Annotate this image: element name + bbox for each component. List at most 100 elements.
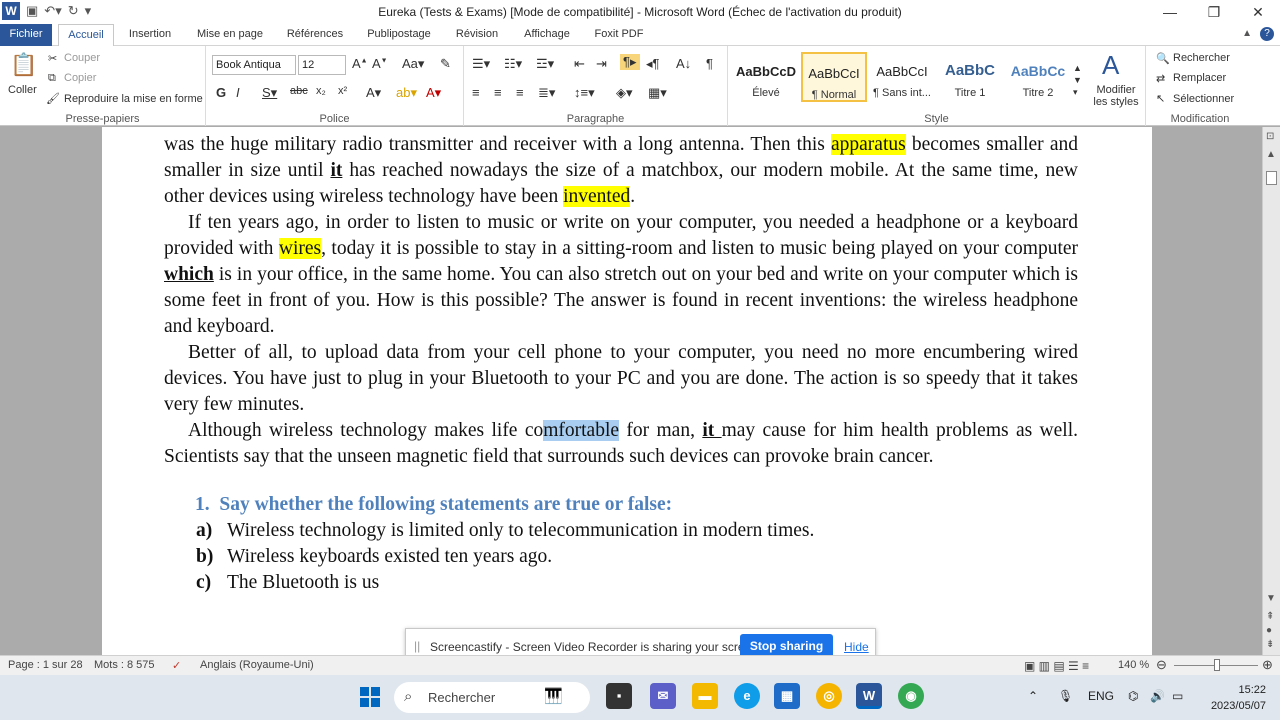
borders-icon[interactable]: ▦▾	[648, 85, 667, 101]
word-taskbar-icon[interactable]: W	[856, 683, 882, 709]
find-button[interactable]: Rechercher	[1173, 52, 1230, 64]
bullets-icon[interactable]: ☰▾	[472, 56, 490, 72]
scroll-up-icon[interactable]: ▲	[1266, 149, 1276, 160]
scroll-thumb[interactable]	[1266, 171, 1277, 185]
next-page-icon[interactable]: ⇟	[1266, 639, 1274, 650]
style-sans-interligne[interactable]: AaBbCcI ¶ Sans int...	[869, 52, 935, 102]
style-titre-1[interactable]: AaBbC Titre 1	[937, 52, 1003, 102]
tab-accueil[interactable]: Accueil	[58, 24, 114, 47]
zoom-out-icon[interactable]: ⊖	[1156, 657, 1167, 673]
superscript-icon[interactable]: x²	[338, 85, 347, 97]
ruler-toggle-icon[interactable]: ⊡	[1266, 131, 1274, 142]
replace-icon[interactable]: ⇄	[1156, 72, 1165, 85]
underline-icon[interactable]: S▾	[262, 85, 277, 101]
increase-indent-icon[interactable]: ⇥	[596, 56, 607, 72]
hide-link[interactable]: Hide	[844, 640, 869, 654]
copy-icon[interactable]: ⧉	[48, 72, 56, 85]
zoom-in-icon[interactable]: ⊕	[1262, 657, 1273, 673]
language-indicator[interactable]: Anglais (Royaume-Uni)	[200, 659, 314, 671]
chrome-canary-icon[interactable]: ◎	[816, 683, 842, 709]
change-styles-icon[interactable]: A	[1102, 50, 1119, 81]
browse-object-icon[interactable]: ●	[1266, 625, 1272, 636]
wifi-icon[interactable]: ⌬	[1128, 689, 1138, 703]
tab-insertion[interactable]: Insertion	[120, 24, 180, 46]
style-eleve[interactable]: AaBbCcD Élevé	[733, 52, 799, 102]
microphone-icon[interactable]: 🎙	[1058, 689, 1073, 703]
tab-affichage[interactable]: Affichage	[516, 24, 578, 46]
save-icon[interactable]: ▣	[26, 3, 38, 19]
customize-qat-icon[interactable]: ▾	[85, 3, 92, 19]
help-icon[interactable]: ?	[1260, 27, 1274, 41]
chrome-icon[interactable]: ◉	[898, 683, 924, 709]
highlight-color-icon[interactable]: ab▾	[396, 85, 417, 101]
undo-icon[interactable]: ↶▾	[44, 3, 61, 19]
find-icon[interactable]: 🔍	[1156, 52, 1170, 65]
change-case-icon[interactable]: Aa▾	[402, 56, 424, 72]
grow-font-icon[interactable]: A▲	[352, 56, 368, 71]
numbering-icon[interactable]: ☷▾	[504, 56, 522, 72]
start-icon[interactable]	[360, 687, 380, 707]
zoom-level[interactable]: 140 %	[1118, 659, 1149, 671]
select-icon[interactable]: ↖	[1156, 92, 1165, 105]
taskbar-search[interactable]: ⌕ Rechercher 🎹	[394, 682, 590, 713]
document-text[interactable]: was the huge military radio transmitter …	[164, 132, 1078, 596]
tray-overflow-icon[interactable]: ⌃	[1028, 689, 1038, 703]
tab-foxit-pdf[interactable]: Foxit PDF	[588, 24, 650, 46]
cut-button[interactable]: Couper	[64, 52, 100, 64]
task-view-icon[interactable]: ▪	[606, 683, 632, 709]
tab-mise-en-page[interactable]: Mise en page	[190, 24, 270, 46]
change-styles-button[interactable]: Modifier les styles	[1092, 84, 1140, 108]
align-left-icon[interactable]: ≡	[472, 85, 480, 100]
language-label[interactable]: ENG	[1088, 689, 1114, 703]
styles-scroll-icon[interactable]: ▲ ▼ ▾	[1073, 62, 1082, 98]
vertical-scrollbar[interactable]: ⊡ ▲ ▼ ⇞ ● ⇟	[1262, 127, 1280, 655]
previous-page-icon[interactable]: ⇞	[1266, 611, 1274, 622]
decrease-indent-icon[interactable]: ⇤	[574, 56, 585, 72]
battery-icon[interactable]: ▭	[1172, 689, 1183, 703]
word-logo-icon[interactable]: W	[2, 2, 20, 20]
justify-icon[interactable]: ≣▾	[538, 85, 555, 101]
zoom-slider-thumb[interactable]	[1214, 659, 1220, 671]
minimize-button[interactable]: —	[1148, 0, 1192, 24]
multilevel-list-icon[interactable]: ☲▾	[536, 56, 554, 72]
tab-references[interactable]: Références	[280, 24, 350, 46]
line-spacing-icon[interactable]: ↕≡▾	[574, 85, 595, 101]
document-page[interactable]: was the huge military radio transmitter …	[102, 127, 1152, 655]
show-marks-icon[interactable]: ¶	[706, 56, 713, 71]
volume-icon[interactable]: 🔊	[1150, 689, 1165, 703]
minimize-ribbon-icon[interactable]: ▲	[1242, 28, 1252, 39]
style-titre-2[interactable]: AaBbCc Titre 2	[1005, 52, 1071, 102]
font-name-select[interactable]: Book Antiqua	[212, 55, 296, 75]
redo-icon[interactable]: ↻	[68, 3, 79, 19]
maximize-button[interactable]: ❐	[1192, 0, 1236, 24]
align-center-icon[interactable]: ≡	[494, 85, 502, 100]
select-button[interactable]: Sélectionner	[1173, 93, 1234, 105]
format-painter-icon[interactable]: 🖌	[46, 92, 60, 105]
copy-button[interactable]: Copier	[64, 72, 96, 84]
shrink-font-icon[interactable]: A▼	[372, 56, 388, 71]
scroll-down-icon[interactable]: ▼	[1266, 593, 1276, 604]
bold-icon[interactable]: G	[216, 85, 226, 100]
italic-icon[interactable]: I	[236, 85, 240, 100]
strikethrough-icon[interactable]: abc	[290, 85, 308, 97]
align-right-icon[interactable]: ≡	[516, 85, 524, 100]
rtl-icon[interactable]: ◂¶	[646, 56, 660, 72]
cut-icon[interactable]: ✂	[48, 52, 57, 65]
font-size-select[interactable]: 12	[298, 55, 346, 75]
paste-icon[interactable]: 📋	[10, 52, 37, 78]
drag-handle-icon[interactable]: ||	[414, 639, 420, 653]
word-count[interactable]: Mots : 8 575	[94, 659, 155, 671]
clear-formatting-icon[interactable]: ✎	[440, 56, 451, 72]
font-color-icon[interactable]: A▾	[426, 85, 441, 101]
file-explorer-icon[interactable]: ▬	[692, 683, 718, 709]
view-buttons-icon[interactable]: ▣ ▥ ▤ ☰ ≡	[1024, 659, 1089, 673]
shading-icon[interactable]: ◈▾	[616, 85, 633, 101]
sort-icon[interactable]: A↓	[676, 56, 691, 71]
edge-icon[interactable]: e	[734, 683, 760, 709]
store-icon[interactable]: ▦	[774, 683, 800, 709]
teams-icon[interactable]: ✉	[650, 683, 676, 709]
style-normal[interactable]: AaBbCcI ¶ Normal	[801, 52, 867, 102]
ltr-icon[interactable]: ¶▸	[620, 54, 640, 70]
paste-button[interactable]: Coller	[8, 84, 37, 96]
tab-publipostage[interactable]: Publipostage	[360, 24, 438, 46]
